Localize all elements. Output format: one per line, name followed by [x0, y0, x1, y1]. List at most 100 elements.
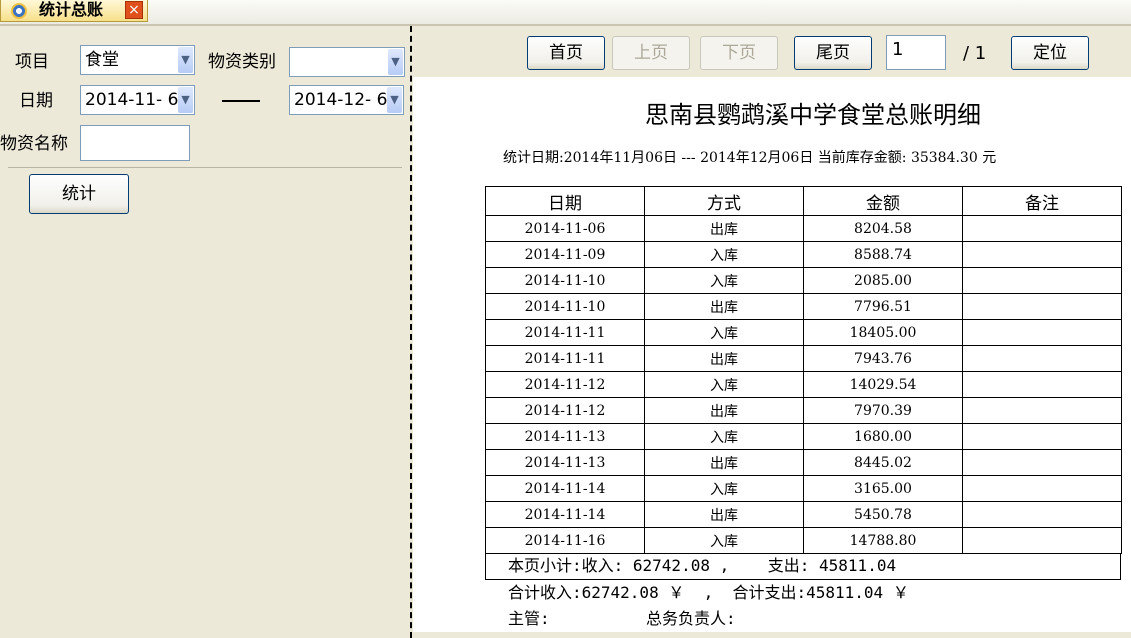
table-row: 2014-11-11 出库 7943.76 — [485, 345, 1122, 372]
next-page-button[interactable]: 下页 — [700, 36, 778, 70]
report-info: 统计日期:2014年11月06日 --- 2014年12月06日 当前库存金额:… — [503, 150, 997, 166]
cell-date: 2014-11-14 — [485, 475, 645, 502]
table-row: 2014-11-10 出库 7796.51 — [485, 293, 1122, 320]
cell-amount: 7970.39 — [803, 397, 963, 424]
table-row: 2014-11-11 入库 18405.00 — [485, 319, 1122, 346]
close-icon[interactable]: × — [125, 1, 143, 19]
cell-type: 入库 — [644, 527, 804, 554]
cell-remark — [962, 319, 1122, 346]
total-pages: / 1 — [963, 43, 987, 64]
cell-type: 出库 — [644, 449, 804, 476]
app-icon — [11, 3, 27, 19]
cell-type: 入库 — [644, 371, 804, 398]
chevron-down-icon[interactable]: ▼ — [178, 47, 193, 73]
date-label: 日期 — [19, 91, 53, 111]
cell-remark — [962, 423, 1122, 450]
cell-type: 入库 — [644, 267, 804, 294]
goto-page-button[interactable]: 定位 — [1011, 36, 1089, 70]
statistics-button[interactable]: 统计 — [29, 174, 129, 214]
signature-line: 主管: 总务负责人: — [508, 609, 736, 628]
cell-date: 2014-11-06 — [485, 215, 645, 242]
cell-remark — [962, 293, 1122, 320]
cell-type: 出库 — [644, 293, 804, 320]
project-select-value: 食堂 — [85, 50, 119, 70]
cell-date: 2014-11-10 — [485, 267, 645, 294]
table-row: 2014-11-13 出库 8445.02 — [485, 449, 1122, 476]
cell-amount: 8204.58 — [803, 215, 963, 242]
table-row: 2014-11-06 出库 8204.58 — [485, 215, 1122, 242]
divider — [8, 167, 402, 168]
cell-date: 2014-11-12 — [485, 371, 645, 398]
cell-amount: 1680.00 — [803, 423, 963, 450]
cell-amount: 8445.02 — [803, 449, 963, 476]
date-to-picker[interactable]: 2014-12- 6 ▼ — [289, 85, 404, 115]
first-page-button[interactable]: 首页 — [527, 36, 605, 70]
ledger-table-body: 2014-11-06 出库 8204.58 2014-11-09 入库 8588.74 20… — [485, 215, 1122, 554]
cell-remark — [962, 397, 1122, 424]
project-label: 项目 — [15, 52, 49, 72]
column-header-remark: 备注 — [962, 186, 1122, 216]
column-header-amount: 金额 — [803, 186, 963, 216]
cell-remark — [962, 345, 1122, 372]
tab-statistics-ledger[interactable]: 统计总账 × — [0, 0, 148, 22]
table-row: 2014-11-13 入库 1680.00 — [485, 423, 1122, 450]
date-range-separator — [222, 100, 260, 102]
cell-amount: 2085.00 — [803, 267, 963, 294]
cell-amount: 5450.78 — [803, 501, 963, 528]
table-row: 2014-11-12 出库 7970.39 — [485, 397, 1122, 424]
page-number-input[interactable]: 1 — [886, 35, 946, 70]
date-from-value: 2014-11- 6 — [85, 90, 179, 110]
report-preview: 思南县鹦鹉溪中学食堂总账明细 统计日期:2014年11月06日 --- 2014… — [413, 77, 1131, 632]
table-row: 2014-11-09 入库 8588.74 — [485, 241, 1122, 268]
cell-remark — [962, 267, 1122, 294]
cell-type: 出库 — [644, 345, 804, 372]
cell-type: 入库 — [644, 241, 804, 268]
cell-amount: 18405.00 — [803, 319, 963, 346]
prev-page-button[interactable]: 上页 — [612, 36, 690, 70]
cell-date: 2014-11-12 — [485, 397, 645, 424]
cell-remark — [962, 527, 1122, 554]
table-header-row: 日期 方式 金额 备注 — [485, 186, 1122, 216]
cell-date: 2014-11-11 — [485, 319, 645, 346]
cell-type: 出库 — [644, 501, 804, 528]
chevron-down-icon[interactable]: ▼ — [388, 49, 403, 75]
cell-amount: 8588.74 — [803, 241, 963, 268]
cell-type: 入库 — [644, 423, 804, 450]
item-name-input[interactable] — [80, 125, 190, 161]
cell-type: 出库 — [644, 215, 804, 242]
cell-amount: 14788.80 — [803, 527, 963, 554]
cell-date: 2014-11-16 — [485, 527, 645, 554]
cell-remark — [962, 501, 1122, 528]
cell-amount: 7796.51 — [803, 293, 963, 320]
cell-remark — [962, 371, 1122, 398]
chevron-down-icon[interactable]: ▼ — [387, 87, 402, 113]
cell-date: 2014-11-11 — [485, 345, 645, 372]
chevron-down-icon[interactable]: ▼ — [178, 87, 193, 113]
item-name-label: 物资名称 — [0, 134, 68, 154]
tab-bar: 统计总账 × — [0, 0, 1131, 25]
table-row: 2014-11-14 出库 5450.78 — [485, 501, 1122, 528]
cell-remark — [962, 475, 1122, 502]
panel-splitter[interactable] — [410, 26, 412, 638]
cell-type: 入库 — [644, 475, 804, 502]
project-select[interactable]: 食堂 ▼ — [80, 45, 195, 75]
date-to-value: 2014-12- 6 — [294, 90, 388, 110]
cell-remark — [962, 449, 1122, 476]
table-row: 2014-11-12 入库 14029.54 — [485, 371, 1122, 398]
cell-remark — [962, 241, 1122, 268]
table-row: 2014-11-14 入库 3165.00 — [485, 475, 1122, 502]
cell-date: 2014-11-13 — [485, 449, 645, 476]
cell-date: 2014-11-13 — [485, 423, 645, 450]
cell-date: 2014-11-10 — [485, 293, 645, 320]
page-subtotal: 本页小计:收入: 62742.08 , 支出: 45811.04 — [485, 553, 1121, 580]
divider — [0, 24, 1131, 26]
last-page-button[interactable]: 尾页 — [794, 36, 872, 70]
cell-amount: 7943.76 — [803, 345, 963, 372]
grand-total: 合计收入:62742.08 ￥ , 合计支出:45811.04 ￥ — [508, 583, 909, 602]
category-select[interactable]: ▼ — [289, 47, 405, 77]
date-from-picker[interactable]: 2014-11- 6 ▼ — [80, 85, 195, 115]
cell-type: 出库 — [644, 397, 804, 424]
cell-type: 入库 — [644, 319, 804, 346]
cell-date: 2014-11-14 — [485, 501, 645, 528]
cell-remark — [962, 215, 1122, 242]
